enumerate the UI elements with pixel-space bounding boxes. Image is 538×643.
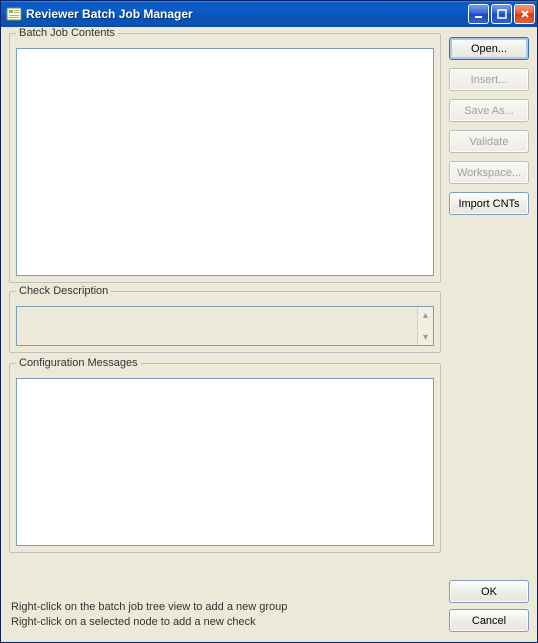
close-button[interactable] — [514, 4, 535, 24]
configuration-messages-list[interactable] — [16, 378, 434, 546]
hint-line-1: Right-click on the batch job tree view t… — [11, 600, 441, 615]
hint-line-2: Right-click on a selected node to add a … — [11, 615, 441, 630]
action-buttons: OK Cancel — [449, 580, 529, 632]
import-cnts-button[interactable]: Import CNTs — [449, 192, 529, 215]
ok-button[interactable]: OK — [449, 580, 529, 603]
batch-job-contents-label: Batch Job Contents — [16, 27, 118, 39]
configuration-messages-group: Configuration Messages — [9, 363, 441, 553]
check-description-group: Check Description ▴ ▾ — [9, 291, 441, 353]
batch-job-contents-group: Batch Job Contents — [9, 33, 441, 283]
app-icon — [6, 6, 22, 22]
validate-button: Validate — [449, 130, 529, 153]
check-description-text[interactable] — [17, 307, 417, 345]
workspace-button: Workspace... — [449, 161, 529, 184]
titlebar[interactable]: Reviewer Batch Job Manager — [1, 1, 537, 27]
app-window: Reviewer Batch Job Manager Batch Job Con… — [0, 0, 538, 643]
cancel-button[interactable]: Cancel — [449, 609, 529, 632]
check-description-scrollbar[interactable]: ▴ ▾ — [417, 307, 433, 345]
minimize-button[interactable] — [468, 4, 489, 24]
insert-button: Insert... — [449, 68, 529, 91]
side-button-column: Open... Insert... Save As... Validate Wo… — [449, 33, 529, 574]
check-description-box: ▴ ▾ — [16, 306, 434, 346]
upper-area: Batch Job Contents Check Description ▴ ▾… — [9, 33, 529, 574]
maximize-button[interactable] — [491, 4, 512, 24]
open-button[interactable]: Open... — [449, 37, 529, 60]
left-column: Batch Job Contents Check Description ▴ ▾… — [9, 33, 441, 574]
check-description-label: Check Description — [16, 285, 111, 297]
hints-block: Right-click on the batch job tree view t… — [9, 600, 441, 632]
configuration-messages-label: Configuration Messages — [16, 357, 141, 369]
client-area: Batch Job Contents Check Description ▴ ▾… — [1, 27, 537, 642]
save-as-button: Save As... — [449, 99, 529, 122]
scroll-up-icon[interactable]: ▴ — [418, 307, 433, 323]
batch-job-tree-view[interactable] — [16, 48, 434, 276]
window-controls — [468, 4, 535, 24]
lower-area: Right-click on the batch job tree view t… — [9, 580, 529, 632]
scroll-down-icon[interactable]: ▾ — [418, 329, 433, 345]
window-title: Reviewer Batch Job Manager — [26, 7, 468, 21]
